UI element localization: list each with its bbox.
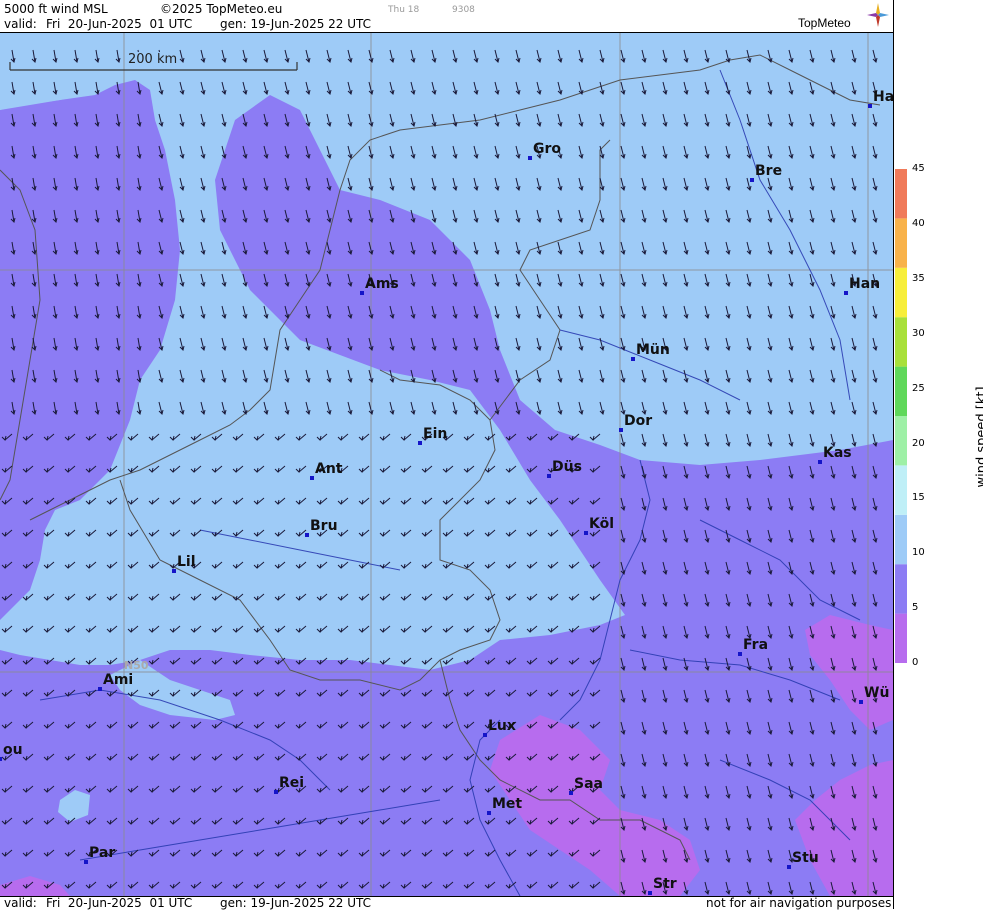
legend-color-cell <box>895 465 907 514</box>
city-label: Han <box>849 276 880 292</box>
city-marker-icon <box>483 733 487 737</box>
city-marker-icon <box>584 531 588 535</box>
valid-time: Fri 20-Jun-2025 01 UTC <box>46 17 192 31</box>
latitude-label: N50 <box>124 659 149 672</box>
legend-color-cell <box>895 515 907 564</box>
copyright-text: ©2025 TopMeteo.eu <box>160 2 282 16</box>
city-label: Ami <box>103 672 133 688</box>
product-title: 5000 ft wind MSL <box>4 2 108 16</box>
city-label: Par <box>89 845 115 861</box>
city-label: Düs <box>552 459 582 475</box>
city-marker-icon <box>528 156 532 160</box>
city-label: Wü <box>864 685 889 701</box>
legend-title: wind speed [kt] <box>975 388 983 488</box>
city-marker-icon <box>418 441 422 445</box>
city-label: Ams <box>365 276 399 292</box>
legend-tick-label: 30 <box>912 328 925 339</box>
footer-valid-label: valid: <box>4 896 37 910</box>
faint-day-label: Thu 18 <box>388 5 419 15</box>
city-marker-icon <box>844 291 848 295</box>
city-label: Lux <box>488 718 516 734</box>
gen-time: gen: 19-Jun-2025 22 UTC <box>220 17 371 31</box>
legend-tick-label: 15 <box>912 492 925 503</box>
city-label: Fra <box>743 637 768 653</box>
legend-tick-label: 10 <box>912 547 925 558</box>
city-marker-icon <box>84 860 88 864</box>
legend-color-cell <box>895 218 907 267</box>
color-scale-bar <box>895 169 907 663</box>
city-label: Köl <box>589 516 614 532</box>
city-label: Bre <box>755 163 782 179</box>
city-marker-icon <box>360 291 364 295</box>
city-label: ou <box>3 742 23 758</box>
legend-tick-label: 35 <box>912 273 925 284</box>
legend-color-cell <box>895 268 907 317</box>
faint-code-label: 9308 <box>452 5 475 15</box>
city-marker-icon <box>859 700 863 704</box>
city-marker-icon <box>274 790 278 794</box>
wind-map[interactable]: 200 km N50 Ha Gro Bre Ams Han Mün Ein Dor Ant Kas… <box>0 33 893 896</box>
legend-tick-label: 20 <box>912 438 925 449</box>
city-label: Kas <box>823 445 852 461</box>
city-label: Gro <box>533 141 561 157</box>
city-label: Bru <box>310 518 338 534</box>
city-marker-icon <box>738 652 742 656</box>
city-marker-icon <box>619 428 623 432</box>
city-marker-icon <box>310 476 314 480</box>
legend-tick-label: 40 <box>912 218 925 229</box>
city-label: Str <box>653 876 677 892</box>
map-header: 5000 ft wind MSL ©2025 TopMeteo.eu Thu 1… <box>0 0 893 33</box>
city-marker-icon <box>98 687 102 691</box>
legend-color-cell <box>895 614 907 663</box>
city-label: Stu <box>792 850 819 866</box>
city-label: Lil <box>177 554 196 570</box>
legend-color-cell <box>895 169 907 218</box>
city-marker-icon <box>172 569 176 573</box>
city-label: Rei <box>279 775 304 791</box>
city-label: Dor <box>624 413 652 429</box>
city-marker-icon <box>547 474 551 478</box>
legend-color-cell <box>895 367 907 416</box>
legend-color-cell <box>895 416 907 465</box>
legend-tick-label: 0 <box>912 657 918 668</box>
city-marker-icon <box>868 104 872 108</box>
city-marker-icon <box>487 811 491 815</box>
legend-tick-label: 5 <box>912 602 918 613</box>
disclaimer: not for air navigation purposes <box>706 896 891 910</box>
legend-color-cell <box>895 317 907 366</box>
city-marker-icon <box>750 178 754 182</box>
scale-label: 200 km <box>126 52 179 67</box>
city-label: Met <box>492 796 522 812</box>
city-marker-icon <box>305 533 309 537</box>
city-marker-icon <box>648 891 652 895</box>
city-marker-icon <box>631 357 635 361</box>
city-marker-icon <box>787 865 791 869</box>
city-marker-icon <box>0 757 2 761</box>
footer-valid-time: Fri 20-Jun-2025 01 UTC <box>46 896 192 910</box>
city-marker-icon <box>569 791 573 795</box>
legend-tick-label: 45 <box>912 163 925 174</box>
city-label: Mün <box>636 342 670 358</box>
legend-color-cell <box>895 564 907 613</box>
city-label: Ha <box>873 89 893 105</box>
legend-tick-label: 25 <box>912 383 925 394</box>
brand-logo-text: TopMeteo <box>798 16 851 30</box>
compass-logo-icon <box>866 2 890 28</box>
city-marker-icon <box>818 460 822 464</box>
valid-label: valid: <box>4 17 37 31</box>
city-label: Ant <box>315 461 343 477</box>
city-label: Saa <box>574 776 603 792</box>
map-footer: valid: Fri 20-Jun-2025 01 UTC gen: 19-Ju… <box>0 896 893 910</box>
city-label: Ein <box>423 426 447 442</box>
footer-gen-time: gen: 19-Jun-2025 22 UTC <box>220 896 371 910</box>
